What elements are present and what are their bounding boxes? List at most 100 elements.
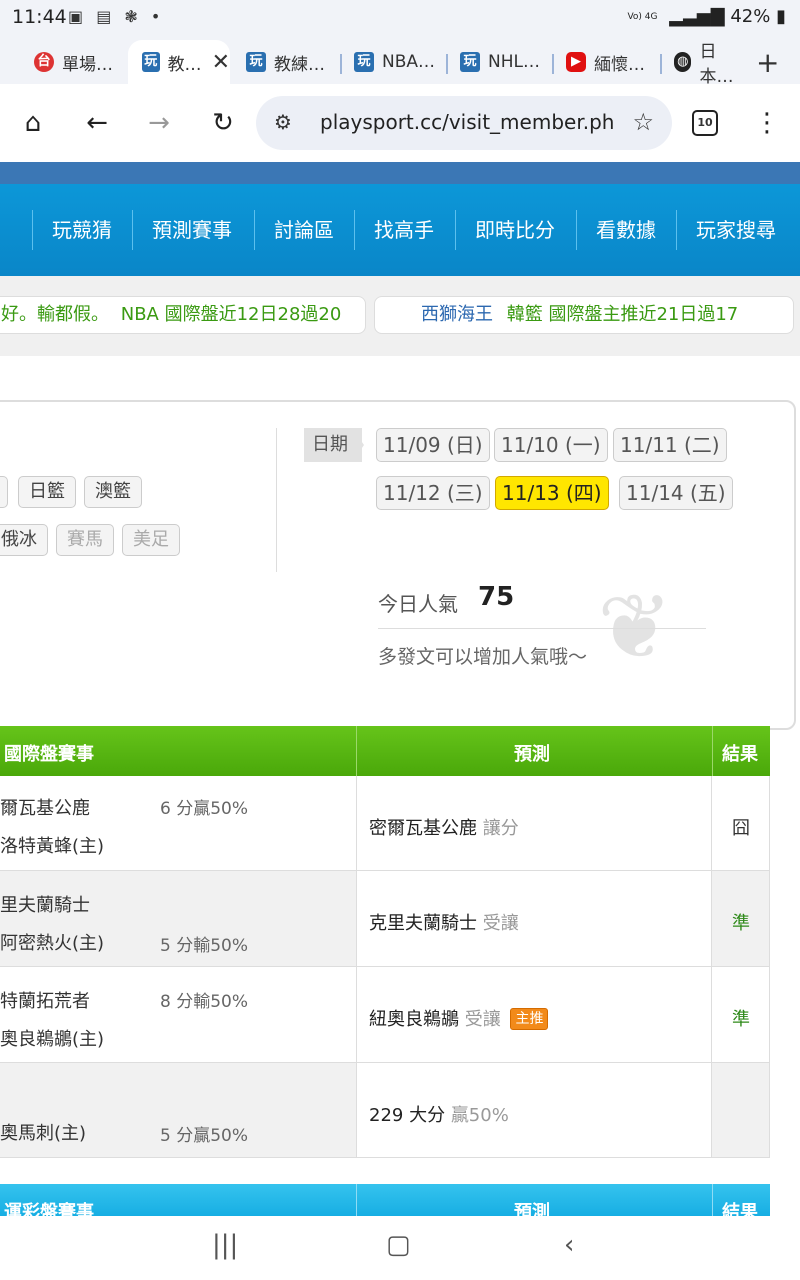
tab-label: 教… — [167, 54, 202, 75]
nav-item-experts[interactable]: 找高手 — [374, 214, 434, 243]
league-tag[interactable]: 俄冰 — [0, 524, 48, 556]
popularity-label: 今日人氣 — [378, 592, 458, 616]
nav-item-predict[interactable]: 預測賽事 — [152, 214, 232, 243]
playsport-favicon-icon: 玩 — [142, 52, 160, 72]
ticker-item[interactable]: 西獅海王 韓籃 國際盤主推近21日過17 — [374, 296, 794, 334]
table-row: 奧馬刺(主) 5 分贏50% 229 大分 贏50% — [0, 1063, 770, 1158]
date-button[interactable]: 11/14 (五) — [619, 476, 733, 510]
clock: 11:44 — [12, 6, 67, 28]
table-header: 國際盤賽事 預測 結果 — [0, 726, 770, 776]
col-games: 國際盤賽事 — [4, 744, 94, 765]
date-button[interactable]: 11/10 (一) — [494, 428, 608, 462]
home-icon[interactable]: ⌂ — [16, 106, 50, 140]
playsport-favicon-icon: 玩 — [354, 52, 374, 72]
url-text: playsport.cc/visit_member.ph — [320, 110, 615, 134]
tab-switcher-button[interactable]: 10 — [692, 110, 718, 136]
table-row: 特蘭拓荒者 8 分輸50% 奧良鵜鶘(主) 紐奧良鵜鶘 受讓 主推 準 — [0, 967, 770, 1063]
site-settings-icon[interactable]: ⚙ — [274, 110, 292, 134]
team-away: 爾瓦基公鹿 — [0, 798, 90, 819]
prediction-type: 讓分 — [482, 818, 519, 839]
prediction-type: 受讓 — [482, 913, 519, 934]
col-result: 結果 — [722, 744, 758, 765]
nav-divider — [576, 210, 577, 250]
league-tag-cut[interactable] — [0, 476, 8, 508]
reload-icon[interactable]: ↻ — [206, 106, 240, 140]
ticker-text: 好。輸都假。 — [1, 304, 109, 325]
league-tag-disabled: 美足 — [122, 524, 180, 556]
home-button-icon[interactable]: ▢ — [386, 1230, 411, 1260]
prediction-cell: 229 大分 贏50% — [356, 1063, 712, 1157]
close-tab-icon[interactable]: ✕ — [212, 50, 230, 75]
nav-divider — [132, 210, 133, 250]
browser-tab[interactable]: ▶ 緬懷… — [566, 40, 658, 84]
tab-label: 單場… — [62, 54, 113, 75]
league-tag-disabled: 賽馬 — [56, 524, 114, 556]
prediction-cell: 密爾瓦基公鹿 讓分 — [356, 776, 712, 870]
nav-divider — [354, 210, 355, 250]
spread-info: 8 分輸50% — [160, 992, 249, 1012]
ticker-item[interactable]: 好。輸都假。 NBA 國際盤近12日28過20 — [0, 296, 366, 334]
forward-icon[interactable]: → — [142, 106, 176, 140]
team-home: 奧馬刺(主) — [0, 1123, 87, 1144]
col-games: 運彩盤賽事 — [4, 1202, 94, 1216]
site-favicon-icon: 台 — [34, 52, 54, 72]
browser-tab[interactable]: 玩 教練… — [246, 40, 336, 84]
browser-tab-active[interactable]: 玩 教… ✕ — [128, 40, 230, 84]
nav-item-player-search[interactable]: 玩家搜尋 — [696, 214, 776, 243]
browser-tab[interactable]: 台 單場… — [34, 40, 126, 84]
team-away: 里夫蘭騎士 — [0, 895, 90, 916]
nav-item-stats[interactable]: 看數據 — [596, 214, 656, 243]
browser-tab[interactable]: ◍ 日本… — [674, 40, 744, 87]
ticker-area: 好。輸都假。 NBA 國際盤近12日28過20 西獅海王 韓籃 國際盤主推近21… — [0, 276, 800, 356]
menu-icon[interactable]: ⋮ — [750, 106, 784, 140]
spread-info: 5 分贏50% — [160, 1126, 249, 1146]
prediction-text: 克里夫蘭騎士 受讓 — [369, 909, 519, 935]
col-prediction: 預測 — [514, 1202, 550, 1216]
new-tab-icon[interactable]: + — [756, 40, 786, 84]
prediction-text: 229 大分 贏50% — [369, 1101, 509, 1127]
browser-tab[interactable]: 玩 NBA… — [354, 40, 444, 84]
date-button[interactable]: 11/09 (日) — [376, 428, 490, 462]
date-button[interactable]: 11/11 (二) — [613, 428, 727, 462]
nav-item-guess[interactable]: 玩競猜 — [52, 214, 112, 243]
prediction-text: 密爾瓦基公鹿 讓分 — [369, 814, 519, 840]
prediction-cell: 紐奧良鵜鶘 受讓 主推 — [356, 967, 712, 1062]
address-bar[interactable]: ⚙ playsport.cc/visit_member.ph ☆ — [256, 96, 672, 150]
date-button[interactable]: 11/12 (三) — [376, 476, 490, 510]
browser-toolbar: ⌂ ← → ↻ ⚙ playsport.cc/visit_member.ph ☆… — [0, 84, 800, 162]
table-row: 里夫蘭騎士 阿密熱火(主) 5 分輸50% 克里夫蘭騎士 受讓 準 — [0, 871, 770, 967]
tab-divider — [446, 54, 448, 74]
back-button-icon[interactable]: ‹ — [564, 1230, 574, 1260]
team-home: 阿密熱火(主) — [0, 933, 105, 954]
prediction-type: 受讓 — [464, 1009, 501, 1030]
tab-divider — [660, 54, 662, 74]
ticker-record: NBA 國際盤近12日28過20 — [120, 304, 342, 325]
prediction-cell: 克里夫蘭騎士 受讓 — [356, 871, 712, 966]
tab-label: 緬懷… — [594, 54, 645, 75]
signal-icon: Vo) 4G — [627, 11, 658, 22]
prediction-pick: 229 大分 — [369, 1105, 446, 1126]
date-button-selected[interactable]: 11/13 (四) — [495, 476, 609, 510]
tab-label: NBA… — [382, 52, 436, 72]
popularity-value: 75 — [478, 582, 515, 612]
prediction-type: 贏50% — [450, 1105, 509, 1126]
signal-bars-icon: ▂▃▅▇ — [669, 6, 725, 27]
prediction-pick: 克里夫蘭騎士 — [369, 913, 477, 934]
panel-divider — [276, 428, 277, 572]
nav-item-forum[interactable]: 討論區 — [274, 214, 334, 243]
league-tag[interactable]: 澳籃 — [84, 476, 142, 508]
globe-icon: ◍ — [674, 52, 692, 72]
recent-apps-icon[interactable]: ||| — [212, 1230, 238, 1260]
bookmark-star-icon[interactable]: ☆ — [632, 108, 654, 136]
site-top-bar — [0, 162, 800, 184]
spread-info: 6 分贏50% — [160, 799, 249, 819]
back-icon[interactable]: ← — [80, 106, 114, 140]
popularity-divider — [378, 628, 706, 629]
result-mark: 準 — [732, 913, 750, 934]
browser-tab[interactable]: 玩 NHL… — [460, 40, 550, 84]
system-nav-bar: ||| ▢ ‹ — [0, 1216, 800, 1280]
tab-divider — [552, 54, 554, 74]
league-tag[interactable]: 日籃 — [18, 476, 76, 508]
nav-item-livescore[interactable]: 即時比分 — [475, 214, 555, 243]
col-prediction: 預測 — [514, 744, 550, 765]
